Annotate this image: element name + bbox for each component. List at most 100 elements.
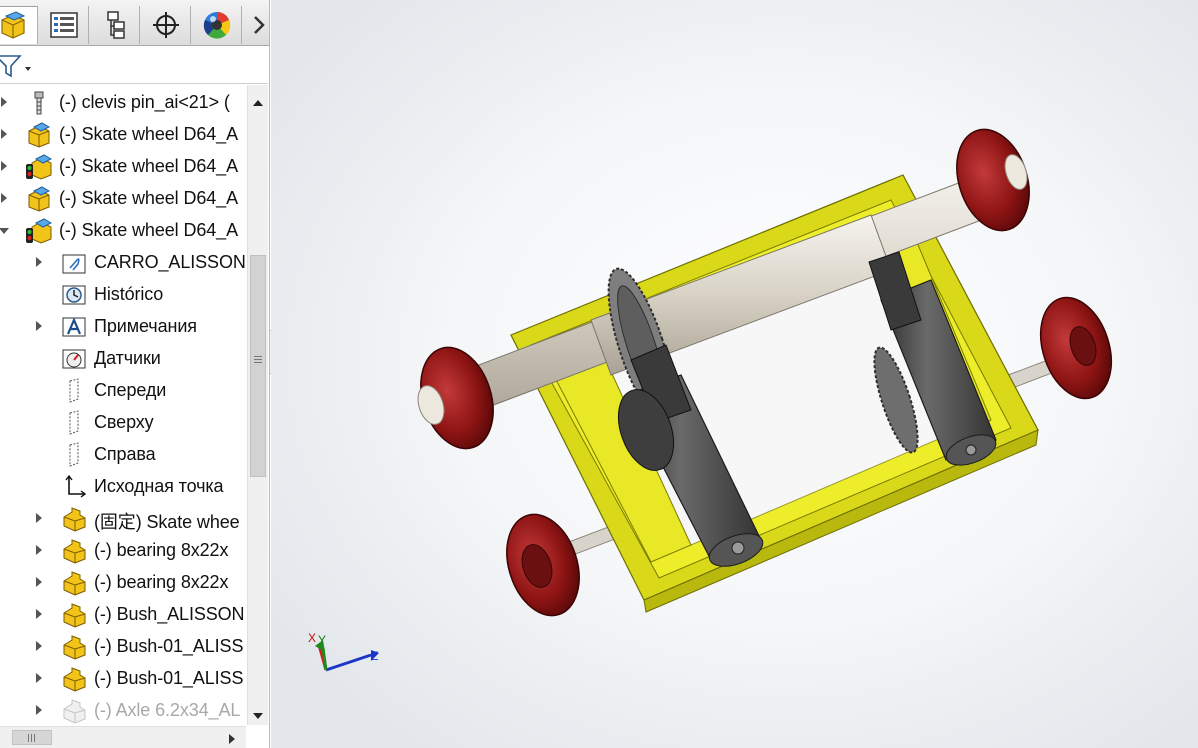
tree-item-label: (-) Bush-01_ALISS: [94, 668, 244, 688]
expand-arrow-right-icon[interactable]: [36, 257, 42, 267]
feature-manager-panel: (-) clevis pin_ai<21> ( (-) Skate wheel D…: [0, 0, 270, 748]
tree-item[interactable]: Справа: [0, 438, 246, 470]
crosshair-icon: [152, 12, 179, 38]
more-tabs-chevron-icon[interactable]: [252, 14, 266, 41]
subassembly-traffic-icon: [26, 154, 53, 180]
plane-icon: [61, 378, 87, 404]
tree-item[interactable]: Спереди: [0, 374, 246, 406]
expand-arrow-right-icon[interactable]: [1, 193, 7, 203]
tree-item[interactable]: CARRO_ALISSON: [0, 246, 246, 278]
expand-arrow-right-icon[interactable]: [36, 513, 42, 523]
triad-x-label: X: [308, 631, 316, 645]
subassembly-icon: [26, 186, 52, 212]
tree-horizontal-scrollbar[interactable]: [0, 726, 246, 748]
tree-item[interactable]: (固定) Skate whee: [0, 502, 246, 534]
tree-item-label: (-) clevis pin_ai<21> (: [59, 92, 230, 112]
part-icon: [61, 666, 87, 692]
tree-item-label: (-) Bush_ALISSON: [94, 604, 245, 624]
attachment-folder-icon: [61, 250, 87, 276]
tree-item[interactable]: (-) Bush-01_ALISS: [0, 662, 246, 694]
subassembly-traffic-icon: [26, 218, 53, 244]
tree-item[interactable]: Сверху: [0, 406, 246, 438]
tree-vertical-scrollbar[interactable]: [247, 85, 268, 725]
subassembly-icon: [26, 122, 52, 148]
graphics-viewport[interactable]: X Y Z: [271, 0, 1198, 748]
tree-item[interactable]: (-) Skate wheel D64_A: [0, 150, 246, 182]
filter-bar: [0, 47, 268, 84]
tree-item-label: (-) Bush-01_ALISS: [94, 636, 244, 656]
property-manager-tab[interactable]: [39, 6, 89, 44]
tree-item-label: Примечания: [94, 316, 197, 336]
tree-item-label: CARRO_ALISSON: [94, 252, 246, 272]
tree-item[interactable]: (-) Bush_ALISSON: [0, 598, 246, 630]
parts-cube-icon: [1, 10, 26, 39]
tree-item[interactable]: (-) Bush-01_ALISS: [0, 630, 246, 662]
tree-item[interactable]: (-) Axle 6.2x34_AL: [0, 694, 246, 725]
tree-item[interactable]: (-) Skate wheel D64_A: [0, 214, 246, 246]
tree-item[interactable]: Исходная точка: [0, 470, 246, 502]
expand-arrow-right-icon[interactable]: [36, 705, 42, 715]
part-icon: [61, 634, 87, 660]
tree-item-label: (-) Skate wheel D64_A: [59, 156, 238, 176]
tree-item[interactable]: (-) bearing 8x22x: [0, 534, 246, 566]
expand-arrow-right-icon[interactable]: [36, 609, 42, 619]
tree-item-label: (-) bearing 8x22x: [94, 540, 229, 560]
tree-item[interactable]: (-) Skate wheel D64_A: [0, 182, 246, 214]
property-list-icon: [49, 12, 78, 38]
pin-icon: [26, 90, 52, 116]
expand-arrow-right-icon[interactable]: [1, 129, 7, 139]
feature-manager-tab[interactable]: [0, 6, 38, 44]
triad-z-label: Z: [371, 649, 378, 663]
tree-item[interactable]: Histórico: [0, 278, 246, 310]
expand-arrow-right-icon[interactable]: [1, 161, 7, 171]
part-icon: [61, 570, 87, 596]
origin-icon: [61, 474, 87, 500]
configuration-manager-tab[interactable]: [90, 6, 140, 44]
part-suppressed-icon: [61, 698, 87, 724]
feature-tree: (-) clevis pin_ai<21> ( (-) Skate wheel D…: [0, 85, 246, 725]
tree-item-label: Histórico: [94, 284, 164, 304]
plane-icon: [61, 410, 87, 436]
tree-item-label: Исходная точка: [94, 476, 224, 496]
tree-item[interactable]: (-) clevis pin_ai<21> (: [0, 86, 246, 118]
scroll-down-arrow-icon[interactable]: [253, 707, 263, 725]
configuration-tree-icon: [106, 11, 125, 39]
manager-tab-bar: [0, 0, 269, 46]
plane-icon: [61, 442, 87, 468]
tree-item[interactable]: Примечания: [0, 310, 246, 342]
tree-item-label: (-) Skate wheel D64_A: [59, 220, 238, 240]
expand-arrow-right-icon[interactable]: [36, 641, 42, 651]
expand-arrow-right-icon[interactable]: [36, 577, 42, 587]
scroll-right-arrow-icon[interactable]: [228, 732, 236, 748]
annotations-icon: [61, 314, 87, 340]
dimxpert-manager-tab[interactable]: [141, 6, 191, 44]
part-icon: [61, 538, 87, 564]
expand-arrow-right-icon[interactable]: [36, 545, 42, 555]
expand-arrow-down-icon[interactable]: [0, 228, 9, 234]
tree-item-label: (-) bearing 8x22x: [94, 572, 229, 592]
tree-item-label: Справа: [94, 444, 156, 464]
expand-arrow-right-icon[interactable]: [36, 673, 42, 683]
tree-item-label: (固定) Skate whee: [94, 512, 240, 532]
tree-item-label: Спереди: [94, 380, 167, 400]
expand-arrow-right-icon[interactable]: [36, 321, 42, 331]
expand-arrow-right-icon[interactable]: [1, 97, 7, 107]
triad-y-label: Y: [318, 633, 326, 647]
part-icon: [61, 602, 87, 628]
horizontal-scroll-thumb[interactable]: [12, 730, 52, 745]
vertical-scroll-thumb[interactable]: [250, 255, 266, 477]
part-icon: [61, 506, 87, 532]
assembly-model-view[interactable]: X Y Z: [271, 0, 1198, 748]
tree-item-label: (-) Axle 6.2x34_AL: [94, 700, 241, 720]
tree-item[interactable]: Датчики: [0, 342, 246, 374]
history-icon: [61, 282, 87, 308]
sensor-icon: [61, 346, 87, 372]
tree-item-label: (-) Skate wheel D64_A: [59, 124, 238, 144]
color-sphere-icon: [203, 12, 230, 39]
tree-item-label: Датчики: [94, 348, 161, 368]
scroll-up-arrow-icon[interactable]: [253, 94, 263, 112]
display-manager-tab[interactable]: [192, 6, 242, 44]
tree-item[interactable]: (-) Skate wheel D64_A: [0, 118, 246, 150]
tree-item[interactable]: (-) bearing 8x22x: [0, 566, 246, 598]
filter-funnel-icon[interactable]: [0, 53, 34, 84]
